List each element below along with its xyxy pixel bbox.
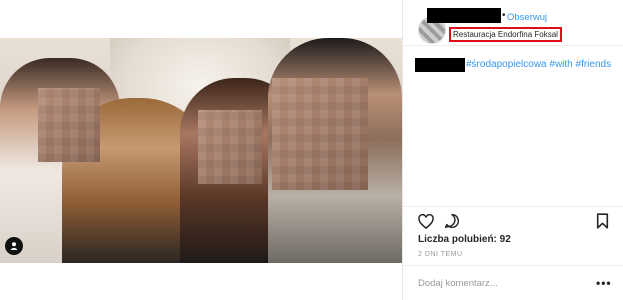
follow-button[interactable]: Obserwuj — [507, 12, 547, 23]
caption-hashtags[interactable]: #środapopielcowa #with #friends — [466, 59, 611, 70]
redacted-caption-username — [415, 58, 465, 72]
pixelated-face — [38, 88, 100, 162]
post-photo[interactable] — [0, 38, 402, 263]
redacted-username — [427, 8, 501, 23]
comment-icon[interactable] — [443, 212, 461, 230]
person-tag-icon[interactable] — [5, 237, 23, 255]
comment-input[interactable]: Dodaj komentarz... — [418, 278, 498, 289]
bookmark-icon[interactable] — [593, 212, 611, 230]
divider — [403, 265, 623, 266]
separator-dot: • — [502, 10, 506, 21]
instagram-post: • Obserwuj Restauracja Endorfina Foksal … — [0, 0, 623, 300]
pixelated-face — [272, 78, 368, 190]
divider — [403, 45, 623, 46]
photo-column — [0, 0, 402, 300]
more-options-button[interactable]: ••• — [596, 276, 612, 290]
likes-count[interactable]: Liczba polubień: 92 — [418, 234, 511, 245]
post-timestamp[interactable]: 2 DNI TEMU — [418, 251, 463, 258]
heart-icon[interactable] — [417, 212, 435, 230]
post-side-panel: • Obserwuj Restauracja Endorfina Foksal … — [402, 0, 623, 300]
location-link[interactable]: Restauracja Endorfina Foksal — [449, 27, 562, 42]
pixelated-face — [198, 110, 262, 184]
divider — [403, 206, 623, 207]
